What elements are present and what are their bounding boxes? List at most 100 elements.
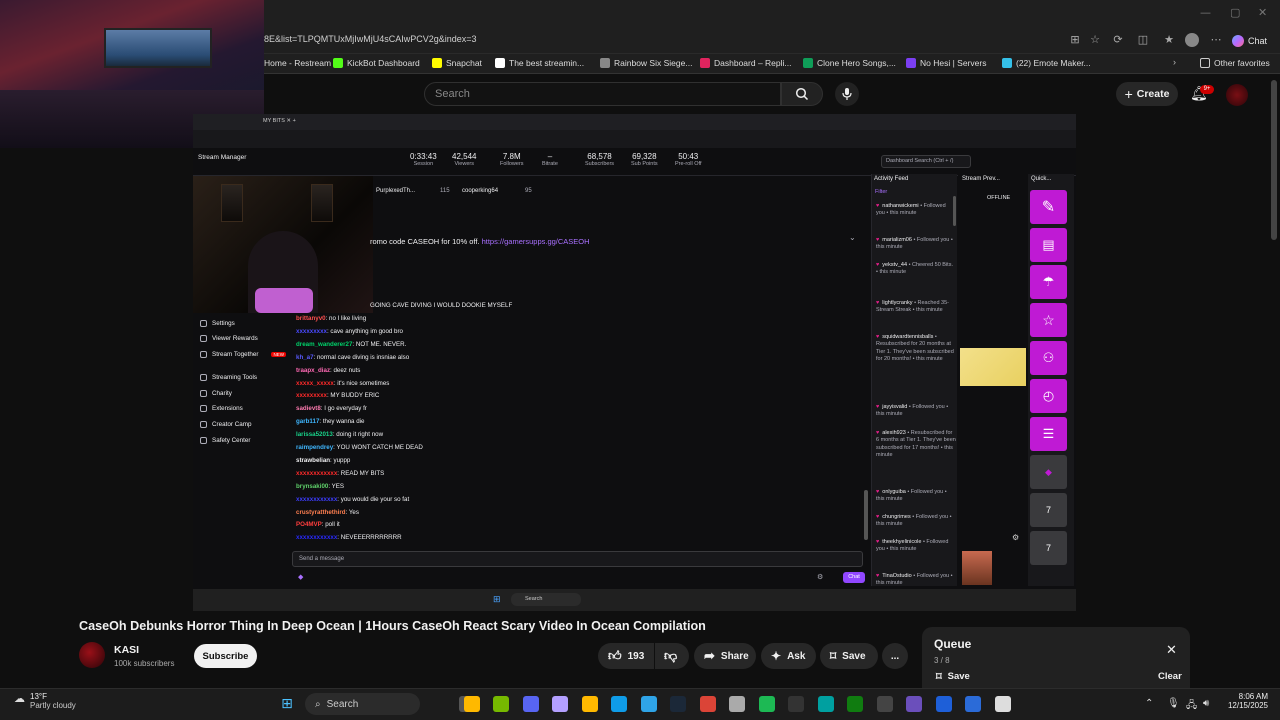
chat-send-button[interactable]: Chat xyxy=(843,572,865,583)
quick-action-clip[interactable]: ▤ xyxy=(1030,228,1067,262)
bookmark-item[interactable]: KickBot Dashboard xyxy=(333,58,420,68)
chrome-icon[interactable] xyxy=(699,696,716,712)
chat-username[interactable]: xxxxxxxxxxxx xyxy=(296,534,337,541)
quick-action-timer[interactable]: ◴ xyxy=(1030,379,1067,413)
chat-scrollbar[interactable] xyxy=(864,490,868,540)
activity-item[interactable]: ♥ lightlycranky • Reached 35-Stream Strea… xyxy=(876,300,956,332)
file-explorer-icon[interactable] xyxy=(463,696,480,712)
copilot-chat-button[interactable]: Chat xyxy=(1232,32,1276,50)
volume-icon[interactable]: 🔊︎ xyxy=(1203,698,1209,709)
discord-icon[interactable] xyxy=(522,696,539,712)
activity-item[interactable]: ♥ squidwardtennisballs • Resubscribed for… xyxy=(876,334,956,402)
activity-filter[interactable]: Filter xyxy=(875,189,887,195)
search-button[interactable] xyxy=(781,82,823,106)
channel-name[interactable]: KASI xyxy=(114,644,139,656)
top-chatter[interactable]: 95 xyxy=(525,188,532,194)
quick-action-edit[interactable]: ✎ xyxy=(1030,190,1067,224)
chat-username[interactable]: xxxxxxxxx xyxy=(296,328,327,335)
store-icon[interactable] xyxy=(640,696,657,712)
activity-item[interactable]: ♥ nathanwickemi • Followed you • this min… xyxy=(876,203,956,235)
top-chatter[interactable]: cooperking64 xyxy=(462,188,498,194)
side-menu-item[interactable]: Safety Center xyxy=(200,437,251,444)
quick-action-extra[interactable]: ◆ xyxy=(1030,455,1067,489)
other-favorites[interactable]: Other favorites xyxy=(1200,58,1270,68)
bookmark-item[interactable]: Snapchat xyxy=(432,58,482,68)
chat-username[interactable]: larissa52013 xyxy=(296,431,333,438)
chat-username[interactable]: crustyratthethird xyxy=(296,509,346,516)
ask-button[interactable]: ✦ Ask xyxy=(761,643,816,669)
chat-username[interactable]: garb117 xyxy=(296,418,319,425)
more-menu-icon[interactable]: ⋯ xyxy=(1209,33,1223,47)
app-icon[interactable] xyxy=(906,696,922,712)
account-avatar[interactable] xyxy=(1226,84,1248,106)
steam-icon[interactable] xyxy=(670,696,686,712)
create-button[interactable]: + Create xyxy=(1116,82,1178,106)
collapse-chevron-icon[interactable]: ⌄ xyxy=(849,233,856,242)
chat-username[interactable]: xxxxxxxxxxxx xyxy=(296,470,337,477)
maximize-icon[interactable]: ▢ xyxy=(1230,6,1240,19)
bookmark-item[interactable]: Clone Hero Songs,... xyxy=(803,58,896,68)
network-icon[interactable]: 🖧︎ xyxy=(1186,698,1197,715)
bits-icon[interactable]: ◆ xyxy=(298,573,303,581)
channel-avatar[interactable] xyxy=(79,642,105,668)
quick-action-layout[interactable]: ☰ xyxy=(1030,417,1067,451)
share-button[interactable]: ➦ Share xyxy=(694,643,756,669)
edge-icon[interactable] xyxy=(611,696,627,712)
minimize-icon[interactable]: — xyxy=(1200,6,1211,19)
chat-username[interactable]: brittanyv0 xyxy=(296,315,326,322)
activity-item[interactable]: ♥ onlyguiba • Followed you • this minute xyxy=(876,489,956,512)
chat-username[interactable]: kh_a7 xyxy=(296,354,314,361)
quick-action-ad[interactable]: ☂ xyxy=(1030,265,1067,299)
side-menu-item[interactable]: Viewer Rewards xyxy=(200,335,258,342)
dashboard-search-input[interactable]: Dashboard Search (Ctrl + /) xyxy=(881,155,971,168)
activity-scrollbar[interactable] xyxy=(953,196,956,226)
bookmark-item[interactable]: Rainbow Six Siege... xyxy=(600,58,692,68)
chat-username[interactable]: xxxxxxxxx xyxy=(296,392,327,399)
favorites-icon[interactable]: ★ xyxy=(1162,33,1176,47)
tool-icon[interactable] xyxy=(876,696,893,712)
page-scrollbar[interactable] xyxy=(1271,80,1277,240)
app-install-icon[interactable]: ⊞ xyxy=(1068,33,1082,47)
like-button[interactable]: 👍︎ 193 xyxy=(598,643,654,669)
top-chatter[interactable]: 115 xyxy=(440,188,450,194)
promo-link[interactable]: https://gamersupps.gg/CASEOH xyxy=(482,237,590,246)
queue-save-button[interactable]: ⌑ Save xyxy=(936,670,970,683)
side-menu-item[interactable]: Charity xyxy=(200,390,232,397)
bookmark-item[interactable]: Dashboard – Repli... xyxy=(700,58,792,68)
quick-action-add-user[interactable]: ⚇ xyxy=(1030,341,1067,375)
side-menu-item[interactable]: Streaming Tools xyxy=(200,374,257,381)
send-message-input[interactable]: Send a message xyxy=(292,551,863,567)
profile-avatar[interactable] xyxy=(1185,33,1199,47)
quick-action-highlight[interactable]: ☆ xyxy=(1030,303,1067,337)
favorite-star-icon[interactable]: ☆ xyxy=(1088,33,1102,47)
folder-icon[interactable] xyxy=(581,696,598,712)
weather-widget[interactable]: ☁ 13°F Partly cloudy xyxy=(14,692,76,710)
activity-item[interactable]: ♥ marializm06 • Followed you • this minut… xyxy=(876,237,956,260)
copilot-icon[interactable] xyxy=(552,696,568,712)
4k-icon[interactable] xyxy=(788,696,804,712)
chat-username[interactable]: raimpendrey xyxy=(296,444,333,451)
close-window-icon[interactable]: ✕ xyxy=(1258,6,1267,19)
taskbar-search[interactable]: ⌕ Search xyxy=(305,693,420,715)
quick-action-7tv-2[interactable]: 7 xyxy=(1030,531,1067,565)
settings-icon[interactable] xyxy=(729,696,745,712)
chat-username[interactable]: xxxxxxxxxxxx xyxy=(296,496,337,503)
side-menu-item[interactable]: Extensions xyxy=(200,405,243,412)
nvidia-icon[interactable] xyxy=(493,696,509,712)
activity-item[interactable]: ♥ jayyisvalid • Followed you • this minut… xyxy=(876,404,956,428)
split-screen-icon[interactable]: ◫ xyxy=(1136,33,1150,47)
chat-username[interactable]: brynsaki00 xyxy=(296,483,328,490)
spotify-icon[interactable] xyxy=(758,696,775,712)
app3-icon[interactable] xyxy=(965,696,981,712)
chat-username[interactable]: dream_wanderer27 xyxy=(296,341,352,348)
chat-username[interactable]: traapx_diaz xyxy=(296,367,330,374)
side-menu-item[interactable]: Settings xyxy=(200,320,235,327)
activity-item[interactable]: ♥ alexih923 • Resubscribed for 6 months a… xyxy=(876,430,956,487)
microphone-tray-icon[interactable]: 🎙︎ xyxy=(1167,698,1180,709)
xbox-icon[interactable] xyxy=(847,696,863,712)
chat-username[interactable]: PO4MVP xyxy=(296,521,322,528)
chat-username[interactable]: xxxxx_xxxxx xyxy=(296,380,334,387)
side-menu-item[interactable]: Creator Camp xyxy=(200,421,252,428)
app2-icon[interactable] xyxy=(935,696,952,712)
subscribe-button[interactable]: Subscribe xyxy=(194,644,257,668)
